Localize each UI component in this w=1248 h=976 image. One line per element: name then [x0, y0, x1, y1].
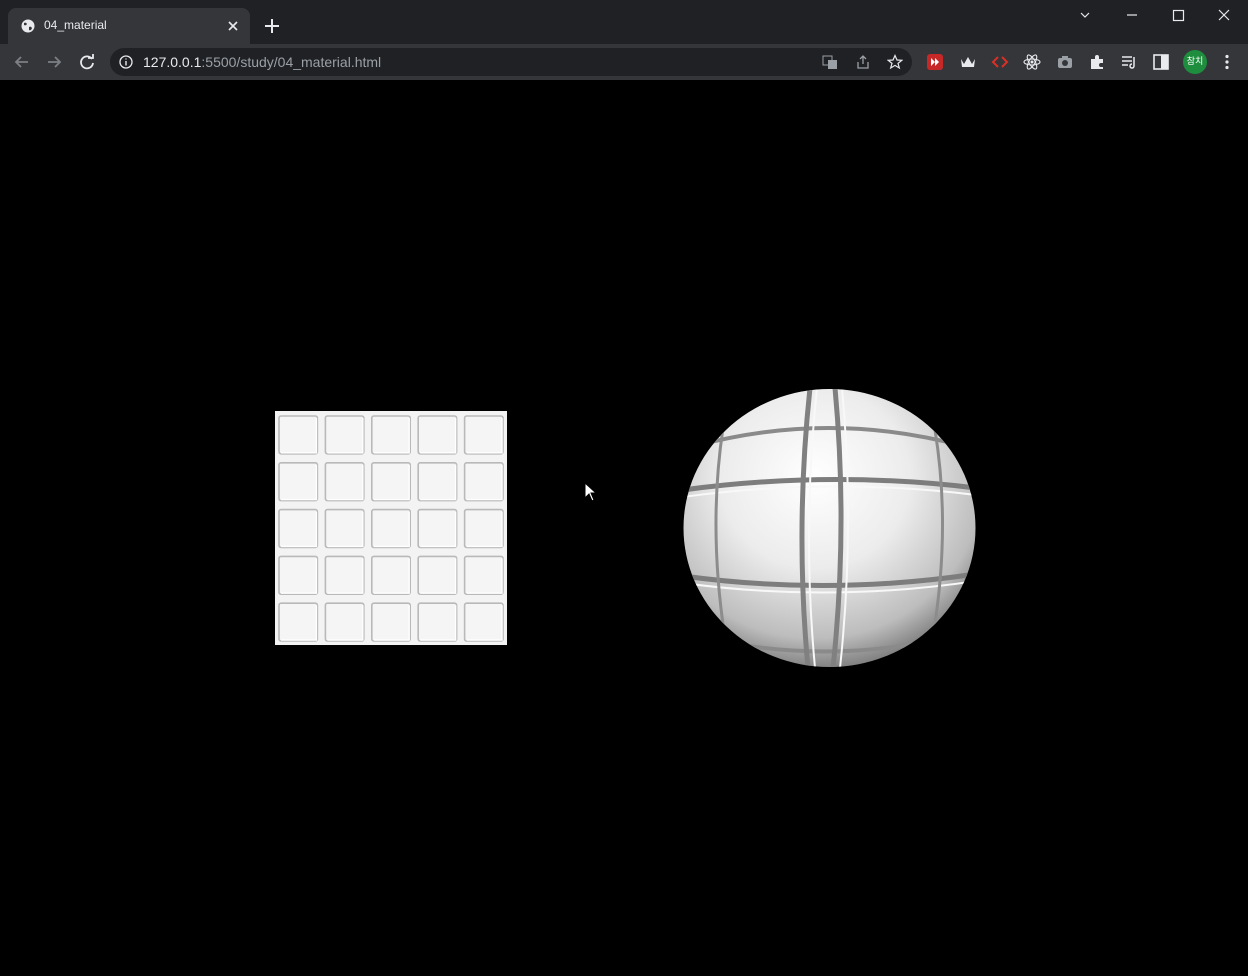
plane-tile: [463, 415, 504, 455]
minimize-button[interactable]: [1109, 0, 1155, 32]
reading-list-icon[interactable]: [1120, 53, 1138, 71]
profile-avatar[interactable]: 참치: [1183, 50, 1207, 74]
plane-tile: [278, 461, 319, 502]
mouse-cursor: [584, 482, 598, 502]
star-icon[interactable]: [887, 54, 903, 70]
address-bar[interactable]: 127.0.0.1:5500/study/04_material.html: [110, 48, 912, 76]
webgl-canvas[interactable]: [0, 80, 1248, 976]
close-window-button[interactable]: [1201, 0, 1247, 32]
tiled-plane-mesh: [275, 411, 507, 645]
extension-red-icon[interactable]: [926, 53, 944, 71]
reload-button[interactable]: [76, 51, 98, 73]
info-icon[interactable]: [118, 54, 134, 70]
plane-tile: [324, 415, 365, 455]
plane-tile: [463, 555, 504, 595]
plane-tile: [463, 508, 504, 549]
side-panel-icon[interactable]: [1152, 53, 1170, 71]
url-text[interactable]: 127.0.0.1:5500/study/04_material.html: [143, 54, 381, 70]
plane-tile: [463, 602, 504, 642]
plane-tile: [417, 508, 458, 549]
url-host: 127.0.0.1: [143, 54, 202, 70]
share-icon[interactable]: [855, 54, 871, 70]
plane-tile: [417, 602, 458, 642]
plane-tile: [463, 461, 504, 502]
plane-tile: [278, 508, 319, 549]
tab-search-icon[interactable]: [1062, 0, 1108, 32]
tab-title: 04_material: [44, 18, 107, 32]
react-icon[interactable]: [1023, 53, 1041, 71]
plane-tile: [278, 602, 319, 642]
tab-strip: 04_material: [0, 0, 1248, 44]
forward-button[interactable]: [43, 51, 65, 73]
plane-tile: [278, 415, 319, 455]
crown-icon[interactable]: [959, 53, 977, 71]
plane-tile: [324, 602, 365, 642]
menu-icon[interactable]: [1218, 53, 1236, 71]
tiled-sphere-mesh: [683, 389, 976, 667]
tab-04-material[interactable]: 04_material: [8, 8, 250, 44]
camera-icon[interactable]: [1056, 53, 1074, 71]
url-path: :5500/study/04_material.html: [201, 54, 382, 70]
plane-tile: [324, 555, 365, 595]
plane-tile: [417, 461, 458, 502]
plane-tile: [371, 415, 412, 455]
browser-toolbar: 127.0.0.1:5500/study/04_material.html 참치: [0, 44, 1248, 80]
plane-tile: [417, 415, 458, 455]
plane-tile: [324, 508, 365, 549]
translate-icon[interactable]: [822, 54, 838, 70]
plane-tile: [371, 461, 412, 502]
code-icon[interactable]: [991, 53, 1009, 71]
plane-tile: [371, 555, 412, 595]
puzzle-icon[interactable]: [1088, 53, 1106, 71]
close-tab-icon[interactable]: [224, 17, 242, 35]
plane-tile: [371, 602, 412, 642]
globe-icon: [21, 19, 35, 33]
back-button[interactable]: [11, 51, 33, 73]
plane-tile: [417, 555, 458, 595]
plane-tile: [324, 461, 365, 502]
plane-tile: [278, 555, 319, 595]
plane-tile: [371, 508, 412, 549]
maximize-button[interactable]: [1155, 0, 1201, 32]
new-tab-button[interactable]: [262, 16, 282, 36]
